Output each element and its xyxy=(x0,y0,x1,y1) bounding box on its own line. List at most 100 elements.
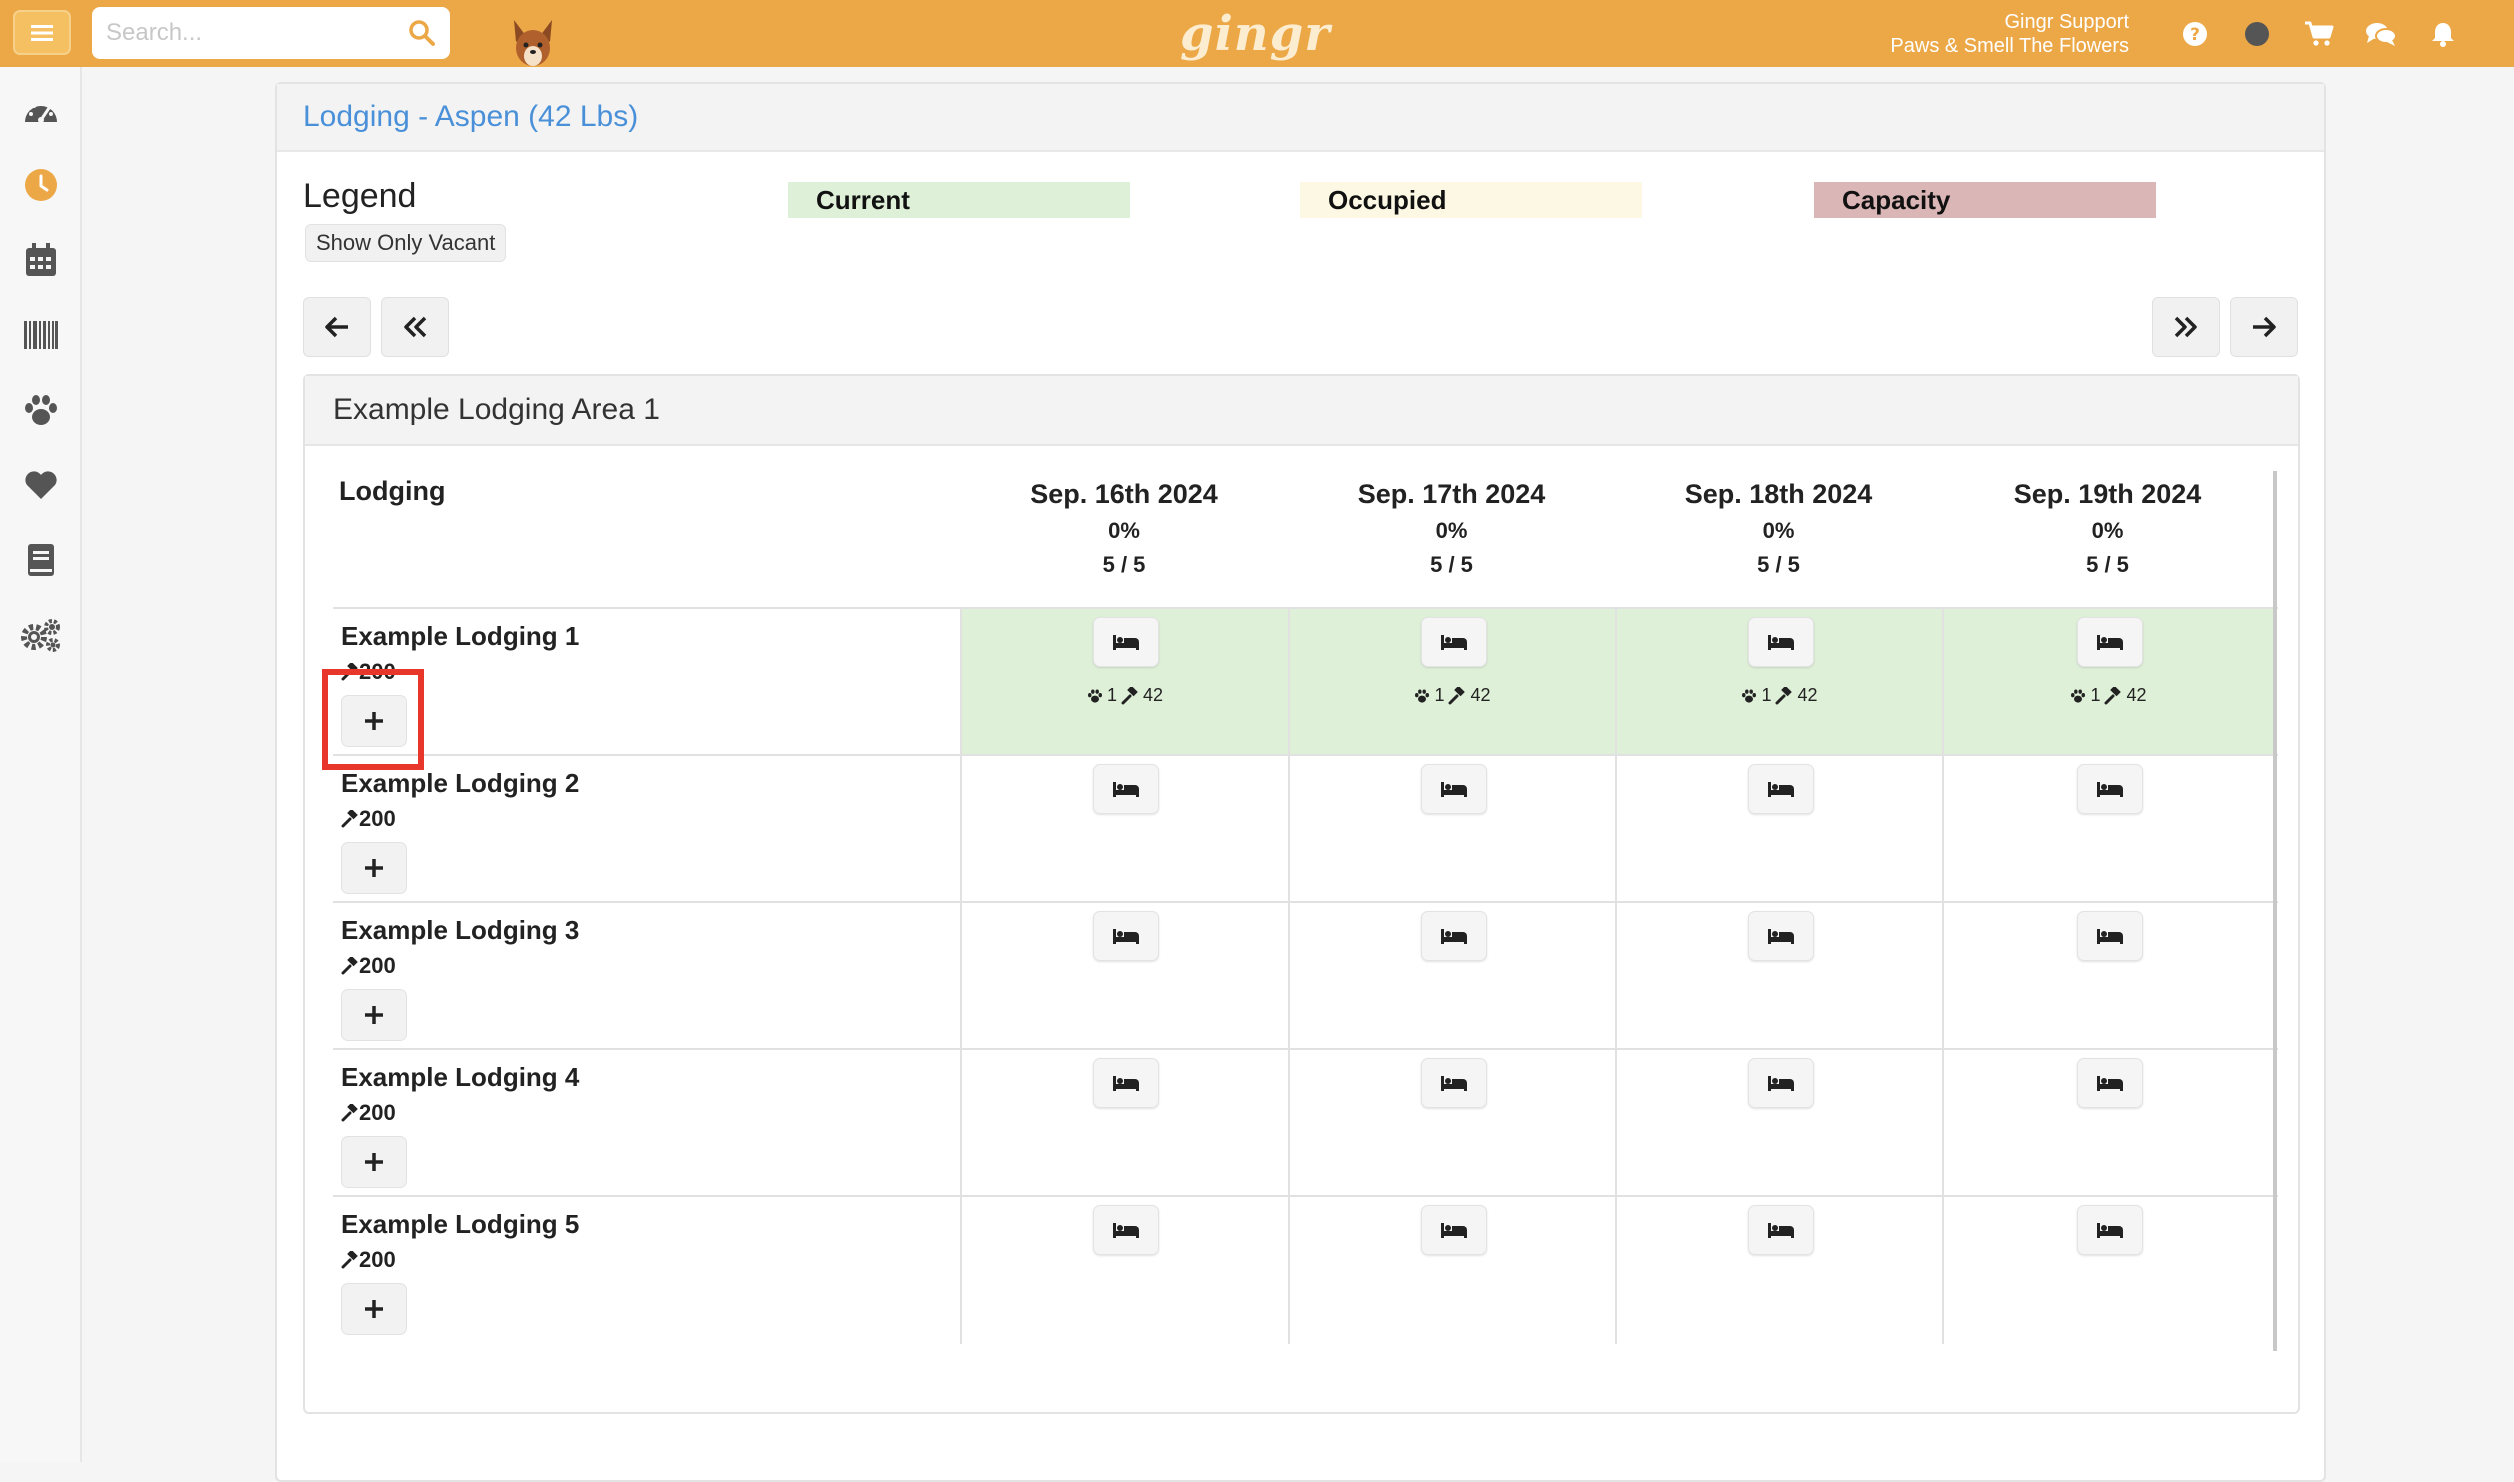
bed-button[interactable] xyxy=(1093,1205,1159,1255)
date-count: 5 / 5 xyxy=(1757,552,1800,577)
area-title: Example Lodging Area 1 xyxy=(305,376,2298,446)
lodging-day-cell[interactable] xyxy=(1615,1197,1942,1344)
sidebar-item-pets[interactable] xyxy=(0,372,82,447)
cart-icon xyxy=(2305,21,2334,46)
bed-button[interactable] xyxy=(1748,617,1814,667)
bed-button[interactable] xyxy=(1748,764,1814,814)
notifications-button[interactable] xyxy=(2412,18,2474,50)
lodging-day-cell[interactable] xyxy=(1288,903,1615,1050)
add-reservation-button[interactable] xyxy=(341,842,407,894)
sidebar-item-clock[interactable] xyxy=(0,147,82,222)
gears-icon xyxy=(21,618,60,652)
search-input[interactable] xyxy=(92,19,392,47)
legend-capacity: Capacity xyxy=(1814,182,2156,218)
bed-button[interactable] xyxy=(1421,764,1487,814)
lodging-day-cell[interactable]: 1 42 xyxy=(1615,609,1942,756)
bed-icon xyxy=(1441,929,1467,944)
add-reservation-button[interactable] xyxy=(341,1136,407,1188)
lodging-column-header: Lodging xyxy=(339,476,446,506)
weight-value: 42 xyxy=(1470,685,1491,705)
lodging-day-cell[interactable] xyxy=(1615,1050,1942,1197)
date-label: Sep. 18th 2024 xyxy=(1684,479,1873,509)
weight-value: 42 xyxy=(2126,685,2147,705)
bed-button[interactable] xyxy=(2077,1058,2143,1108)
bed-button[interactable] xyxy=(1093,617,1159,667)
weight-gavel-icon xyxy=(341,957,358,975)
bed-button[interactable] xyxy=(1421,1205,1487,1255)
arrow-right-icon xyxy=(2253,316,2276,338)
weight-gavel-icon xyxy=(1448,686,1466,704)
lodging-day-cell[interactable]: 1 42 xyxy=(1288,609,1615,756)
next-day-button[interactable] xyxy=(2230,297,2298,357)
weight-gavel-icon xyxy=(1775,686,1793,704)
top-icons: ? xyxy=(2164,18,2474,50)
bed-button[interactable] xyxy=(1748,911,1814,961)
sidebar-item-dashboard[interactable] xyxy=(0,72,82,147)
pet-count: 1 xyxy=(1106,685,1117,705)
bed-button[interactable] xyxy=(1093,1058,1159,1108)
lodging-day-cell[interactable] xyxy=(1942,903,2273,1050)
lodging-day-cell[interactable] xyxy=(960,1197,1288,1344)
circle-icon xyxy=(2245,22,2269,46)
bed-button[interactable] xyxy=(1748,1205,1814,1255)
sidebar-item-favorites[interactable] xyxy=(0,447,82,522)
lodging-day-cell[interactable] xyxy=(1942,1050,2273,1197)
bed-button[interactable] xyxy=(2077,764,2143,814)
bed-icon xyxy=(1113,1076,1139,1091)
lodging-name: Example Lodging 3 xyxy=(341,915,580,945)
show-only-vacant-button[interactable]: Show Only Vacant xyxy=(305,224,507,262)
lodging-day-cell[interactable] xyxy=(1942,756,2273,903)
lodging-day-cell[interactable] xyxy=(960,903,1288,1050)
bed-button[interactable] xyxy=(1421,1058,1487,1108)
mascot-dog-icon xyxy=(514,20,552,66)
lodging-day-cell[interactable] xyxy=(1288,1050,1615,1197)
bed-button[interactable] xyxy=(1421,617,1487,667)
sidebar-item-calendar[interactable] xyxy=(0,222,82,297)
sidebar-item-reports[interactable] xyxy=(0,522,82,597)
plus-icon xyxy=(365,1006,383,1024)
lodging-day-cell[interactable] xyxy=(1615,756,1942,903)
lodging-day-cell[interactable] xyxy=(1615,903,1942,1050)
bed-button[interactable] xyxy=(1421,911,1487,961)
legend-current: Current xyxy=(788,182,1130,218)
help-button[interactable]: ? xyxy=(2164,18,2226,50)
lodging-day-cell[interactable] xyxy=(1942,1197,2273,1344)
sidebar-item-barcode[interactable] xyxy=(0,297,82,372)
lodging-day-cell[interactable] xyxy=(1288,1197,1615,1344)
search-icon[interactable] xyxy=(408,19,436,47)
date-header: Sep. 19th 2024 0% 5 / 5 xyxy=(1942,479,2273,578)
bed-button[interactable] xyxy=(2077,617,2143,667)
legend-occupied: Occupied xyxy=(1300,182,1642,218)
bed-button[interactable] xyxy=(2077,1205,2143,1255)
next-week-button[interactable] xyxy=(2152,297,2220,357)
panel-title: Lodging - Aspen (42 Lbs) xyxy=(303,100,639,133)
lodging-day-cell[interactable]: 1 42 xyxy=(960,609,1288,756)
lodging-day-cell[interactable]: 1 42 xyxy=(1942,609,2273,756)
bed-button[interactable] xyxy=(1748,1058,1814,1108)
lodging-day-cell[interactable] xyxy=(960,756,1288,903)
chat-button[interactable] xyxy=(2350,18,2412,50)
occupancy-stats: 1 42 xyxy=(1617,685,1942,706)
highlight-box xyxy=(322,669,424,770)
bed-button[interactable] xyxy=(2077,911,2143,961)
bed-button[interactable] xyxy=(1093,764,1159,814)
heart-icon xyxy=(25,470,57,499)
sidebar-item-settings[interactable] xyxy=(0,597,82,672)
menu-toggle-button[interactable] xyxy=(13,10,71,55)
vertical-scrollbar[interactable] xyxy=(2273,471,2277,1351)
status-button[interactable] xyxy=(2226,18,2288,50)
lodging-day-cell[interactable] xyxy=(1288,756,1615,903)
user-info[interactable]: Gingr Support Paws & Smell The Flowers xyxy=(1890,10,2129,58)
weight-value: 42 xyxy=(1142,685,1164,705)
lodging-row: Example Lodging 2 200 xyxy=(333,754,2278,903)
prev-day-button[interactable] xyxy=(303,297,371,357)
lodging-day-cell[interactable] xyxy=(960,1050,1288,1197)
add-reservation-button[interactable] xyxy=(341,989,407,1041)
add-reservation-button[interactable] xyxy=(341,1283,407,1335)
bed-icon xyxy=(2097,1076,2123,1091)
occupancy-stats: 1 42 xyxy=(962,685,1288,706)
bed-button[interactable] xyxy=(1093,911,1159,961)
prev-week-button[interactable] xyxy=(381,297,449,357)
cart-button[interactable] xyxy=(2288,18,2350,50)
hamburger-icon xyxy=(31,24,53,41)
